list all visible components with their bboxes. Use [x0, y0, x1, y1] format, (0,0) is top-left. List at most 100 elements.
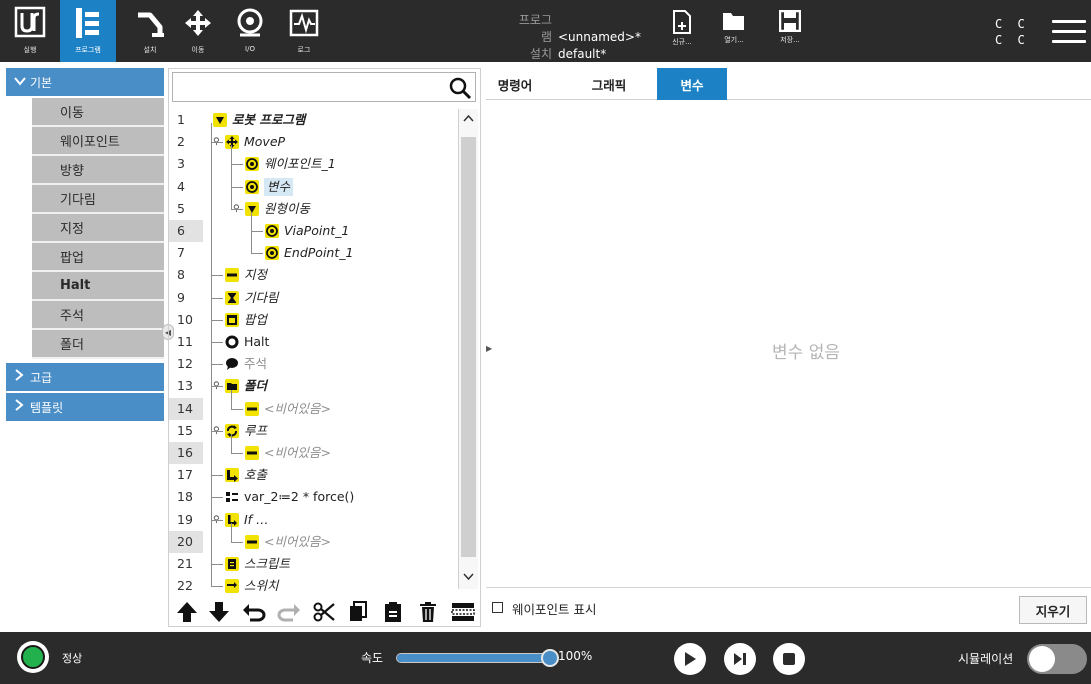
- scroll-down-icon[interactable]: [463, 571, 474, 584]
- tab-install[interactable]: 설치: [124, 3, 176, 59]
- tab-io[interactable]: I/O: [224, 3, 276, 59]
- tree-row[interactable]: 16 <비어있음>: [169, 442, 459, 464]
- tree-node[interactable]: 기다림: [225, 289, 279, 307]
- io-icon: [230, 3, 270, 43]
- tree-node[interactable]: 지정: [225, 266, 267, 284]
- tree-connector: [211, 342, 223, 343]
- cut-button[interactable]: [307, 597, 341, 627]
- delete-button[interactable]: [411, 597, 445, 627]
- tree-node[interactable]: 변수: [245, 177, 294, 196]
- section-basic-header[interactable]: 기본: [6, 68, 164, 96]
- tree-node[interactable]: EndPoint_1: [265, 244, 353, 262]
- tree-row[interactable]: 9 기다림: [169, 287, 459, 309]
- tree-scrollbar[interactable]: [458, 109, 478, 589]
- tree-node[interactable]: <비어있음>: [245, 533, 331, 551]
- tree-row[interactable]: 6 ViaPoint_1: [169, 220, 459, 242]
- tree-node[interactable]: Halt: [225, 333, 269, 351]
- tree-row[interactable]: 22 스위치: [169, 575, 459, 595]
- tree-node[interactable]: 웨이포인트_1: [245, 155, 336, 173]
- tree-node[interactable]: <비어있음>: [245, 444, 331, 462]
- move-up-button[interactable]: [173, 597, 201, 627]
- node-item-2[interactable]: 방향: [32, 156, 164, 185]
- suppress-button[interactable]: [446, 597, 480, 627]
- node-item-5[interactable]: 팝업: [32, 243, 164, 272]
- tree-node[interactable]: 주석: [225, 355, 267, 373]
- tree-row[interactable]: 8 지정: [169, 264, 459, 286]
- tree-row[interactable]: 21 스크립트: [169, 553, 459, 575]
- tree-node[interactable]: 팝업: [225, 311, 267, 329]
- scroll-thumb[interactable]: [461, 137, 476, 557]
- section-advanced-header[interactable]: 고급: [6, 363, 164, 391]
- tree-row[interactable]: 12 주석: [169, 353, 459, 375]
- tree-node[interactable]: 로봇 프로그램: [213, 111, 305, 129]
- copy-button[interactable]: [341, 597, 375, 627]
- node-item-0[interactable]: 이동: [32, 98, 164, 127]
- collapse-tree-handle[interactable]: ▶: [486, 340, 494, 356]
- show-waypoints-checkbox[interactable]: [492, 602, 503, 613]
- tree-row[interactable]: 15⚲루프: [169, 420, 459, 442]
- tree-connector: [231, 145, 232, 209]
- tree-node[interactable]: 원형이동: [245, 200, 310, 218]
- node-item-3[interactable]: 기다림: [32, 185, 164, 214]
- save-file-button[interactable]: 저장...: [770, 10, 810, 58]
- play-button[interactable]: [674, 643, 706, 675]
- tree-row[interactable]: 1 로봇 프로그램: [169, 109, 459, 131]
- clear-button[interactable]: 지우기: [1019, 596, 1087, 624]
- tree-row[interactable]: 11 Halt: [169, 331, 459, 353]
- tab-program[interactable]: 프로그램: [60, 0, 116, 62]
- section-templates-header[interactable]: 템플릿: [6, 393, 164, 421]
- node-item-6[interactable]: Halt: [32, 272, 164, 301]
- tree-row[interactable]: 7 EndPoint_1: [169, 242, 459, 264]
- tree-node[interactable]: 호출: [225, 466, 267, 484]
- tab-variables[interactable]: 변수: [657, 68, 727, 100]
- tree-node[interactable]: 스위치: [225, 577, 279, 595]
- tree-row[interactable]: 14 <비어있음>: [169, 397, 459, 420]
- tree-row[interactable]: 10 팝업: [169, 309, 459, 331]
- arrow-down-icon: [208, 602, 229, 622]
- tab-graphics[interactable]: 그래픽: [583, 68, 635, 100]
- tab-move[interactable]: 이동: [172, 3, 224, 59]
- tree-node[interactable]: var_2≔2 * force(): [225, 488, 354, 506]
- scissors-icon: [313, 602, 335, 622]
- tree-node[interactable]: ViaPoint_1: [265, 222, 349, 240]
- tree-row[interactable]: 5⚲원형이동: [169, 198, 459, 220]
- stop-button[interactable]: [773, 643, 805, 675]
- new-file-button[interactable]: 신규...: [662, 10, 702, 58]
- waypoint-icon: [265, 224, 279, 238]
- paste-button[interactable]: [376, 597, 410, 627]
- tree-node-label: 루프: [244, 422, 268, 438]
- tree-row[interactable]: 20 <비어있음>: [169, 530, 459, 553]
- node-item-8[interactable]: 폴더: [32, 330, 164, 359]
- search-icon[interactable]: [448, 76, 472, 100]
- line-number: 4: [177, 178, 185, 194]
- step-button[interactable]: [724, 643, 756, 675]
- node-item-7[interactable]: 주석: [32, 301, 164, 330]
- tree-node[interactable]: MoveP: [225, 133, 285, 151]
- tree-row[interactable]: 13⚲폴더: [169, 375, 459, 397]
- node-item-1[interactable]: 웨이포인트: [32, 127, 164, 156]
- tree-row[interactable]: 2⚲MoveP: [169, 131, 459, 153]
- redo-button[interactable]: [272, 597, 306, 627]
- hamburger-menu-icon[interactable]: [1052, 20, 1086, 44]
- tree-row[interactable]: 18 var_2≔2 * force(): [169, 486, 459, 508]
- tree-row[interactable]: 17 호출: [169, 464, 459, 486]
- node-item-4[interactable]: 지정: [32, 214, 164, 243]
- tab-run[interactable]: 실행: [4, 3, 56, 59]
- tree-node[interactable]: <비어있음>: [245, 400, 331, 418]
- tab-commands[interactable]: 명령어: [486, 68, 544, 100]
- undo-button[interactable]: [237, 597, 271, 627]
- tree-search-box[interactable]: [172, 72, 476, 102]
- simulation-toggle[interactable]: [1027, 644, 1087, 674]
- scroll-up-icon[interactable]: [463, 112, 474, 125]
- tree-row[interactable]: 19⚲If …: [169, 509, 459, 531]
- move-down-button[interactable]: [202, 597, 236, 627]
- tree-row[interactable]: 3 웨이포인트_1: [169, 153, 459, 175]
- tab-log[interactable]: 로그: [278, 3, 330, 59]
- line-number: 3: [177, 156, 185, 172]
- robot-status-icon[interactable]: [17, 641, 49, 673]
- open-file-button[interactable]: 열기...: [714, 10, 754, 58]
- speed-slider-knob[interactable]: [541, 649, 559, 667]
- tree-row[interactable]: 4 변수: [169, 176, 459, 198]
- speed-slider[interactable]: [396, 649, 559, 667]
- tree-node[interactable]: 스크립트: [225, 555, 290, 573]
